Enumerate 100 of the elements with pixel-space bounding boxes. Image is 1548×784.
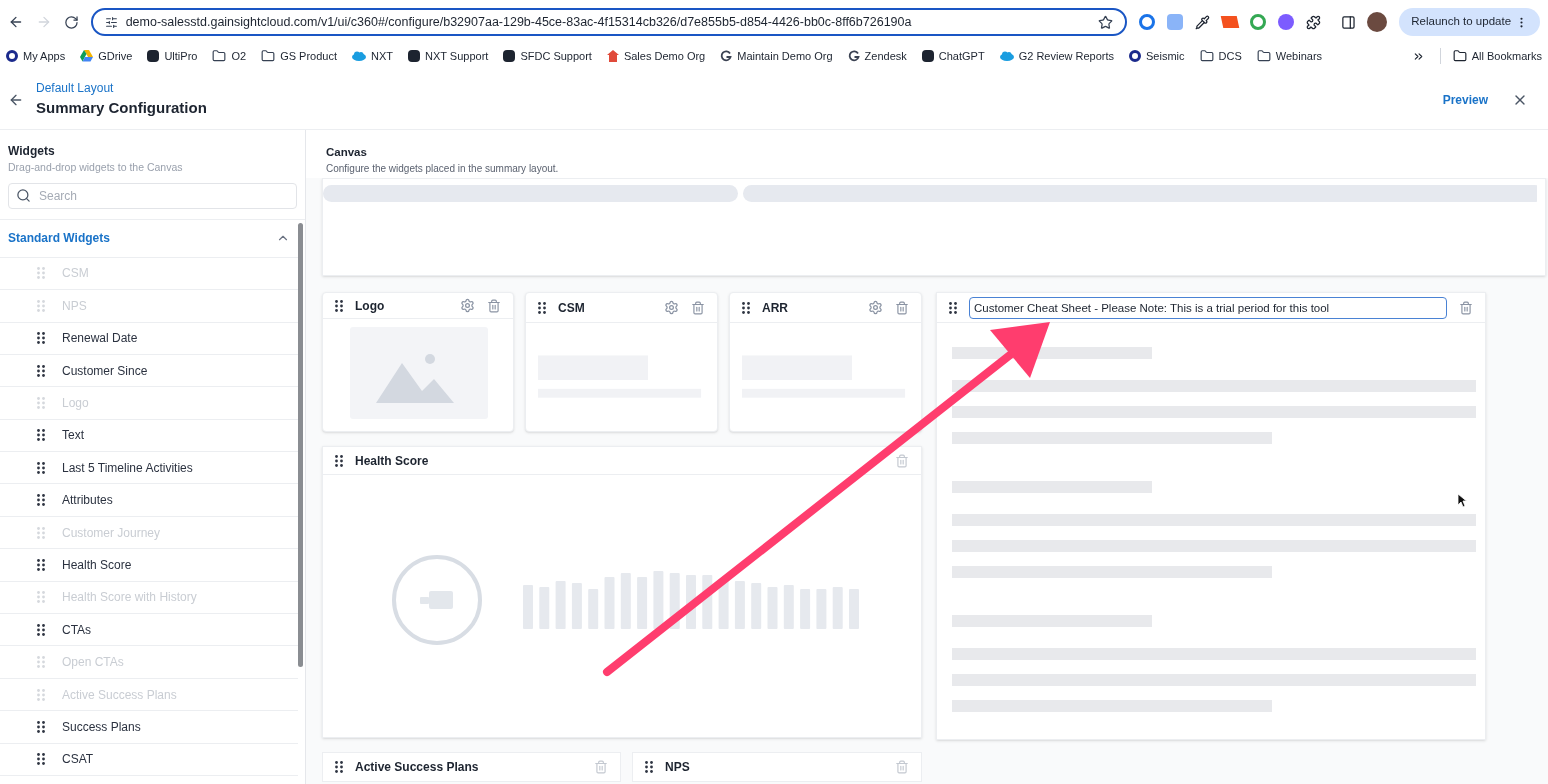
drag-handle-icon[interactable] — [335, 299, 343, 312]
bookmark[interactable]: GDrive — [80, 47, 133, 65]
widget-list-item[interactable]: Text — [0, 419, 298, 453]
g-logo-icon — [847, 50, 860, 62]
bookmark[interactable]: NXT Support — [408, 47, 489, 65]
g-logo-icon — [720, 50, 733, 62]
square-logo-icon — [147, 50, 160, 62]
mouse-pointer-icon — [1457, 493, 1467, 508]
bookmark[interactable]: Seismic — [1129, 47, 1185, 65]
widget-title: Active Success Plans — [355, 759, 480, 776]
drag-handle-icon[interactable] — [37, 364, 45, 377]
star-icon[interactable] — [1098, 14, 1114, 30]
drag-handle-icon[interactable] — [335, 454, 343, 467]
bookmark[interactable]: All Bookmarks — [1439, 47, 1542, 65]
breadcrumb-link[interactable]: Default Layout — [36, 79, 207, 98]
folder-icon — [1256, 49, 1271, 63]
reload-icon[interactable] — [63, 14, 79, 30]
drag-handle-icon[interactable] — [949, 301, 957, 314]
bookmark[interactable]: Zendesk — [847, 47, 907, 65]
bookmark[interactable]: ChatGPT — [921, 47, 985, 65]
widget-title: ARR — [762, 299, 789, 317]
widget-list-item[interactable]: CSAT — [0, 743, 298, 776]
widget-title: Health Score — [355, 452, 430, 470]
relaunch-button[interactable]: Relaunch to update — [1399, 8, 1541, 36]
widget-list-item[interactable]: Last 5 Timeline Activities — [0, 452, 298, 485]
bookmark[interactable]: SFDC Support — [503, 47, 592, 65]
url-text: demo-salesstd.gainsightcloud.com/v1/ui/c360#/configure/b32907aa-129b-45ce-83ac-4f15314cb326/d7e855b5-d854-4426-bb0c-8ff6b726190a — [125, 13, 913, 31]
drag-handle-icon[interactable] — [37, 623, 45, 636]
ring-icon — [1129, 50, 1142, 62]
canvas-subtitle: Configure the widgets placed in the summary layout. — [326, 162, 560, 177]
square-logo-icon — [503, 50, 516, 62]
widget-list-item[interactable]: CTAs — [0, 614, 298, 647]
trash-icon[interactable] — [1459, 300, 1473, 315]
folder-icon — [1452, 49, 1467, 63]
triangle-logo-icon — [80, 50, 94, 62]
drag-handle-icon[interactable] — [37, 494, 45, 507]
extension-icon[interactable] — [1277, 14, 1294, 30]
drag-handle-icon[interactable] — [645, 761, 653, 773]
trash-icon[interactable] — [895, 300, 909, 315]
bookmark[interactable]: My Apps — [6, 47, 66, 65]
back-icon[interactable] — [8, 14, 24, 30]
site-settings-icon[interactable] — [104, 15, 118, 29]
widget-list-item[interactable]: Health Score — [0, 549, 298, 582]
page-title: Summary Configuration — [36, 98, 207, 119]
settings-icon[interactable] — [460, 298, 475, 313]
folder-icon — [1199, 49, 1214, 63]
image-placeholder-icon — [350, 327, 488, 419]
title-input-field[interactable]: Customer Cheat Sheet - Please Note: This is a trial period for this tool — [969, 296, 1447, 319]
panel-subtitle: Drag-and-drop widgets to the Canvas — [8, 160, 184, 175]
panel-title: Widgets — [8, 143, 56, 160]
folder-icon — [261, 49, 276, 63]
bookmark[interactable]: O2 — [212, 47, 247, 65]
widget-title: Logo — [355, 297, 386, 315]
scrollbar-thumb[interactable] — [298, 222, 303, 667]
settings-icon[interactable] — [868, 300, 883, 315]
bookmark[interactable]: G2 Review Reports — [999, 47, 1115, 65]
ring-icon — [6, 50, 18, 62]
drag-handle-icon[interactable] — [37, 558, 45, 571]
search-field[interactable]: Search — [8, 182, 297, 209]
trash-icon[interactable] — [487, 298, 501, 313]
section-header[interactable]: Standard Widgets — [0, 219, 298, 258]
drag-handle-icon[interactable] — [538, 301, 546, 314]
bookmark[interactable]: DCS — [1199, 47, 1242, 65]
extension-icon[interactable] — [1139, 14, 1156, 30]
widget-list-item[interactable]: Customer Since — [0, 354, 298, 388]
trash-icon[interactable] — [691, 300, 705, 315]
drag-handle-icon[interactable] — [37, 461, 45, 474]
drag-handle-icon[interactable] — [335, 761, 343, 773]
drag-handle-icon[interactable] — [37, 720, 45, 733]
widget-list-item[interactable]: Renewal Date — [0, 322, 298, 355]
bookmark[interactable]: Sales Demo Org — [606, 47, 706, 65]
square-logo-icon — [921, 50, 934, 62]
canvas-title: Canvas — [326, 145, 368, 160]
avatar[interactable] — [1367, 12, 1388, 32]
side-panel-icon[interactable] — [1340, 14, 1356, 30]
bookmark[interactable]: UltiPro — [147, 47, 198, 65]
drag-handle-icon[interactable] — [37, 429, 45, 442]
drag-handle-icon[interactable] — [742, 301, 750, 314]
widget-title: NPS — [665, 759, 691, 776]
bookmark[interactable]: Maintain Demo Org — [720, 47, 833, 65]
eyedropper-icon[interactable] — [1195, 14, 1210, 30]
widget-list-item[interactable]: Success Plans — [0, 711, 298, 744]
bookmark[interactable]: NXT — [352, 47, 393, 65]
bookmark[interactable]: GS Product — [261, 47, 337, 65]
drag-handle-icon[interactable] — [37, 332, 45, 345]
section-title: Standard Widgets — [8, 230, 111, 248]
extension-icon[interactable] — [1249, 14, 1266, 30]
extensions-icon[interactable] — [1305, 14, 1321, 30]
settings-icon[interactable] — [664, 300, 679, 315]
bookmark[interactable]: Webinars — [1256, 47, 1323, 65]
address-bar[interactable]: demo-salesstd.gainsightcloud.com/v1/ui/c360#/configure/b32907aa-129b-45ce-83ac-4f15314cb326/d7e855b5-d854-4426-bb0c-8ff6b726190a — [90, 8, 1128, 36]
extension-icon[interactable] — [1220, 16, 1240, 28]
widget-title: CSM — [558, 299, 586, 317]
preview-link[interactable]: Preview — [1442, 90, 1488, 109]
cloud-icon — [999, 51, 1014, 61]
gauge-placeholder-icon — [391, 554, 483, 646]
widget-list-item[interactable]: Attributes — [0, 484, 298, 517]
cloud-icon — [352, 51, 366, 61]
drag-handle-icon[interactable] — [37, 753, 45, 766]
folder-icon — [212, 49, 227, 63]
